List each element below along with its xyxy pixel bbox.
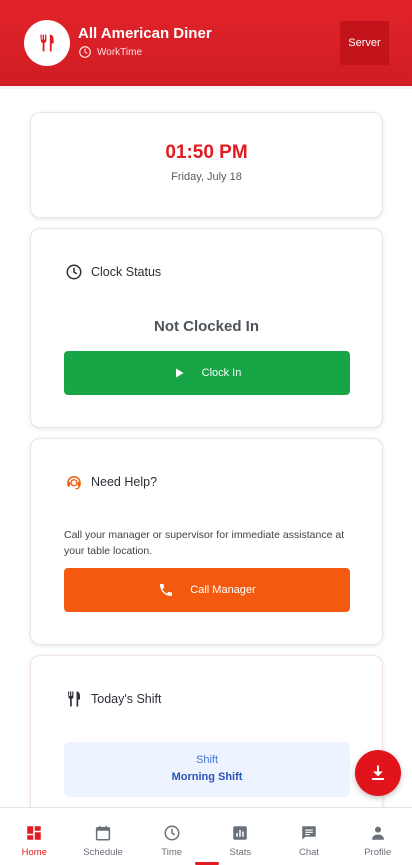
support-agent-icon [67, 476, 81, 490]
clock-icon [79, 46, 91, 58]
nav-label-home: Home [21, 847, 47, 858]
chat-icon [302, 826, 316, 840]
clock-status-title: Clock Status [91, 265, 162, 279]
nav-item-time[interactable]: Time [137, 808, 206, 865]
call-manager-label: Call Manager [190, 584, 256, 596]
utensils-icon [68, 691, 80, 707]
todays-shift-title: Today's Shift [91, 692, 162, 706]
nav-label-stats: Stats [229, 847, 252, 858]
need-help-header: Need Help? [65, 473, 157, 491]
app-header: All American Diner WorkTime Server [0, 0, 412, 86]
current-date: Friday, July 18 [171, 171, 242, 183]
nav-label-time: Time [161, 847, 183, 858]
current-time-card: 01:50 PM Friday, July 18 [30, 112, 383, 218]
bottom-navigation: Home Schedule Time Stats Chat Profile [0, 807, 412, 865]
restaurant-name: All American Diner [78, 25, 212, 42]
role-button[interactable]: Server [340, 21, 389, 65]
utensils-icon [40, 34, 54, 52]
dashboard-icon [27, 826, 42, 840]
nav-item-stats[interactable]: Stats [206, 808, 275, 865]
need-help-title: Need Help? [91, 475, 158, 489]
app-subtitle-label: WorkTime [97, 46, 142, 58]
nav-label-chat: Chat [298, 847, 320, 858]
person-icon [371, 826, 384, 840]
shift-name: Morning Shift [171, 771, 243, 783]
todays-shift-header: Today's Shift [65, 690, 161, 708]
clock-icon [66, 264, 82, 280]
need-help-description: Call your manager or supervisor for imme… [64, 529, 345, 557]
clock-status-card: Clock Status Not Clocked In Clock In [30, 228, 383, 428]
nav-item-home[interactable]: Home [0, 808, 69, 865]
play-icon [175, 368, 184, 378]
current-time: 01:50 PM [165, 142, 248, 163]
clock-in-button[interactable]: Clock In [64, 351, 350, 395]
bar-chart-icon [233, 826, 248, 840]
restaurant-logo [24, 20, 70, 66]
nav-item-chat[interactable]: Chat [275, 808, 344, 865]
nav-item-schedule[interactable]: Schedule [69, 808, 138, 865]
clock-icon [164, 825, 180, 841]
calendar-icon [95, 825, 111, 841]
clock-status-header: Clock Status [65, 263, 161, 281]
download-fab[interactable] [355, 750, 401, 796]
clock-in-label: Clock In [201, 367, 242, 379]
header-divider [0, 86, 412, 89]
need-help-card: Need Help? Call your manager or supervis… [30, 438, 383, 645]
clock-status-text: Not Clocked In [153, 318, 259, 335]
app-subtitle: WorkTime [78, 45, 142, 59]
phone-icon [160, 584, 173, 596]
nav-item-profile[interactable]: Profile [343, 808, 412, 865]
shift-info-box: Shift Morning Shift [64, 742, 350, 797]
nav-label-schedule: Schedule [83, 847, 123, 858]
nav-label-profile: Profile [364, 847, 392, 858]
shift-label: Shift [195, 754, 218, 766]
call-manager-button[interactable]: Call Manager [64, 568, 350, 612]
download-icon [371, 765, 385, 780]
